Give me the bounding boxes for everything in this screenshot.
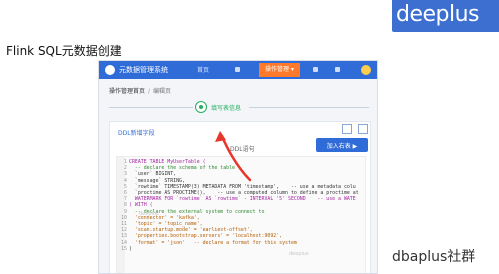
breadcrumb-separator: /	[148, 88, 151, 95]
watermark: deeplus	[289, 251, 309, 257]
step-indicator: 填写表信息	[99, 97, 377, 121]
code-line: 15)	[119, 246, 359, 252]
step-label: 填写表信息	[211, 105, 242, 112]
panel-title: DDL新增字段	[118, 130, 155, 137]
breadcrumb-home[interactable]: 操作管理首页	[109, 88, 145, 95]
nav-item-icon[interactable]	[335, 67, 340, 72]
nav-item-operations[interactable]: 操作管理 ▾	[259, 63, 300, 77]
nav-item-home[interactable]: 首页	[197, 65, 209, 74]
add-to-right-table-button[interactable]: 加入右表 ▶	[316, 138, 368, 152]
collapse-icon[interactable]	[358, 124, 368, 134]
code-text: -- declare the schema of the table	[129, 165, 235, 172]
breadcrumb: 操作管理首页 / 编辑页	[109, 86, 171, 95]
code-text: `user` BIGINT,	[129, 171, 177, 178]
step-line-left	[109, 107, 193, 108]
brand-logo: deeplus	[396, 2, 480, 27]
footer-brand: dbaplus社群	[392, 249, 476, 265]
code-line: 7 WATERMARK FOR `rowtime` AS `rowtime` -…	[119, 196, 359, 202]
line-number: 15	[121, 245, 127, 252]
code-text: 'scan.startup.mode' = 'earliest-offset',	[129, 227, 253, 234]
avatar[interactable]	[361, 65, 371, 75]
code-text: ) WITH (	[129, 202, 153, 209]
code-text: `message` STRING,	[129, 177, 185, 184]
nav-item-icon[interactable]	[313, 67, 318, 72]
step-circle-icon	[195, 101, 207, 113]
code-text: `proctime AS PROCTIME(), -- use a comput…	[129, 190, 359, 197]
code-text: 'properties.bootstrap.servers' = 'localh…	[129, 233, 283, 240]
code-text: )	[129, 245, 132, 252]
watermark: deeplus	[139, 211, 159, 217]
sql-code[interactable]: 1 CREATE TABLE MyUserTable (2 -- declare …	[119, 159, 359, 252]
nav-item-icon[interactable]	[235, 67, 240, 72]
step-line-right	[249, 107, 369, 108]
app-logo-icon	[105, 65, 115, 75]
top-nav: 元数据管理系统 首页 操作管理 ▾	[99, 61, 377, 79]
code-text: CREATE TABLE MyUserTable (	[129, 159, 206, 165]
tab-ddl[interactable]: DDL语句	[230, 144, 255, 153]
code-text: WATERMARK FOR `rowtime` AS `rowtime` - I…	[129, 196, 356, 203]
slide-title: Flink SQL元数据创建	[6, 44, 122, 58]
app-screenshot: 元数据管理系统 首页 操作管理 ▾ 操作管理首页 / 编辑页 填写表信息 DDL新增…	[98, 60, 378, 274]
code-text: 'topic' = 'topic_name',	[129, 221, 203, 228]
breadcrumb-current: 编辑页	[153, 88, 172, 95]
ddl-panel: DDL新增字段 DDL语句 加入右表 ▶ 1 CREATE TABLE MyUse…	[109, 121, 371, 273]
code-text: 'format' = 'json' -- declare a format fo…	[129, 239, 297, 246]
expand-icon[interactable]	[342, 124, 352, 134]
system-name: 元数据管理系统	[119, 66, 168, 74]
code-text: `rowtime` TIMESTAMP(3) METADATA FROM 'ti…	[129, 183, 356, 190]
slide-banner: deeplus	[0, 0, 499, 38]
